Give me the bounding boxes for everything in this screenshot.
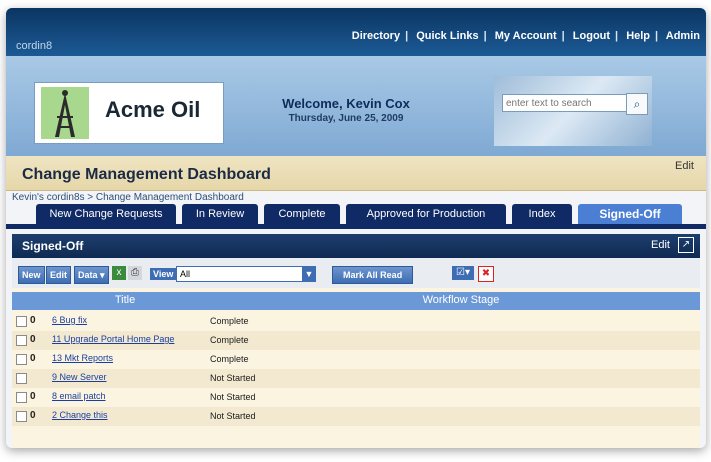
attachment-indicator: 0 — [30, 334, 36, 345]
tab-bar: New Change Requests In Review Complete A… — [6, 204, 706, 226]
top-bar: cordin8 Directory | Quick Links | My Accou… — [6, 8, 706, 56]
brand-name: cordin8 — [16, 40, 53, 52]
search-icon[interactable]: ⌕ — [626, 93, 648, 115]
checkbox-menu-icon[interactable]: ☑▾ — [452, 266, 474, 280]
row-stage: Complete — [210, 316, 249, 326]
row-checkbox[interactable] — [16, 411, 27, 422]
row-title-link[interactable]: 13 Mkt Reports — [52, 353, 113, 363]
row-title-link[interactable]: 9 New Server — [52, 372, 107, 382]
delete-icon[interactable]: ✖ — [478, 266, 494, 282]
oil-derrick-icon — [41, 87, 89, 139]
row-stage: Not Started — [210, 373, 256, 383]
table-row[interactable]: 0 11 Upgrade Portal Home Page Complete — [12, 331, 700, 350]
row-checkbox[interactable] — [16, 335, 27, 346]
row-checkbox[interactable] — [16, 373, 27, 384]
company-logo[interactable]: Acme Oil — [34, 82, 224, 144]
column-title[interactable]: Title — [36, 294, 214, 306]
link-quick-links[interactable]: Quick Links — [416, 30, 478, 42]
row-title-link[interactable]: 11 Upgrade Portal Home Page — [52, 334, 174, 344]
row-title-link[interactable]: 6 Bug fix — [52, 315, 87, 325]
row-stage: Not Started — [210, 392, 256, 402]
row-checkbox[interactable] — [16, 316, 27, 327]
link-my-account[interactable]: My Account — [495, 30, 557, 42]
new-button[interactable]: New — [18, 266, 45, 284]
table-row[interactable]: 0 6 Bug fix Complete — [12, 312, 700, 331]
tab-index[interactable]: Index — [512, 204, 572, 224]
link-admin[interactable]: Admin — [666, 30, 700, 42]
list-toolbar: New Edit Data ▾ x ⎙ View All ▼ Mark All … — [12, 258, 700, 288]
top-links: Directory | Quick Links | My Account | Logo… — [351, 30, 700, 42]
webpart-title: Signed-Off — [22, 239, 84, 253]
row-checkbox[interactable] — [16, 392, 27, 403]
print-icon[interactable]: ⎙ — [128, 266, 142, 280]
dashboard-title-bar: Change Management Dashboard Edit — [6, 156, 706, 191]
tab-approved-for-production[interactable]: Approved for Production — [346, 204, 506, 224]
link-help[interactable]: Help — [626, 30, 650, 42]
search-input[interactable] — [502, 94, 628, 112]
webpart-header: Signed-Off Edit ↗ — [12, 234, 700, 258]
view-label: View — [150, 268, 177, 280]
tab-signed-off[interactable]: Signed-Off — [578, 204, 682, 224]
chevron-down-icon[interactable]: ▼ — [302, 266, 316, 282]
signed-off-webpart: Signed-Off Edit ↗ New Edit Data ▾ x ⎙ Vi… — [12, 234, 700, 448]
search-area: ⌕ — [494, 76, 652, 146]
attachment-indicator: 0 — [30, 410, 36, 421]
tab-underline — [6, 224, 706, 229]
tab-new-change-requests[interactable]: New Change Requests — [36, 204, 176, 224]
tab-in-review[interactable]: In Review — [182, 204, 258, 224]
link-logout[interactable]: Logout — [573, 30, 610, 42]
row-title-link[interactable]: 2 Change this — [52, 410, 108, 420]
table-row[interactable]: 9 New Server Not Started — [12, 369, 700, 388]
row-title-link[interactable]: 8 email patch — [52, 391, 106, 401]
breadcrumb[interactable]: Kevin's cordin8s > Change Management Das… — [12, 192, 244, 203]
row-stage: Complete — [210, 354, 249, 364]
row-checkbox[interactable] — [16, 354, 27, 365]
company-name: Acme Oil — [105, 97, 201, 122]
data-menu-button[interactable]: Data ▾ — [74, 266, 109, 284]
webpart-edit-link[interactable]: Edit — [651, 239, 670, 251]
welcome-block: Welcome, Kevin Cox Thursday, June 25, 20… — [246, 96, 446, 124]
row-stage: Complete — [210, 335, 249, 345]
table-row[interactable]: 0 13 Mkt Reports Complete — [12, 350, 700, 369]
attachment-indicator: 0 — [30, 391, 36, 402]
header: Acme Oil Welcome, Kevin Cox Thursday, Ju… — [6, 56, 706, 156]
view-select[interactable]: All — [176, 266, 305, 282]
column-workflow-stage[interactable]: Workflow Stage — [222, 294, 700, 306]
attachment-indicator: 0 — [30, 353, 36, 364]
app-window: cordin8 Directory | Quick Links | My Accou… — [6, 8, 706, 448]
tab-complete[interactable]: Complete — [264, 204, 340, 224]
attachment-indicator: 0 — [30, 315, 36, 326]
table-row[interactable]: 0 8 email patch Not Started — [12, 388, 700, 407]
link-directory[interactable]: Directory — [352, 30, 400, 42]
edit-page-link[interactable]: Edit — [675, 160, 694, 172]
current-date: Thursday, June 25, 2009 — [288, 113, 404, 124]
grid-header: Title Workflow Stage — [12, 292, 700, 310]
welcome-text: Welcome, Kevin Cox — [282, 96, 410, 111]
excel-icon[interactable]: x — [112, 266, 126, 280]
mark-all-read-button[interactable]: Mark All Read — [332, 266, 414, 284]
maximize-icon[interactable]: ↗ — [678, 237, 694, 253]
row-stage: Not Started — [210, 411, 256, 421]
page-title: Change Management Dashboard — [22, 166, 271, 183]
edit-button[interactable]: Edit — [46, 266, 71, 284]
table-row[interactable]: 0 2 Change this Not Started — [12, 407, 700, 426]
